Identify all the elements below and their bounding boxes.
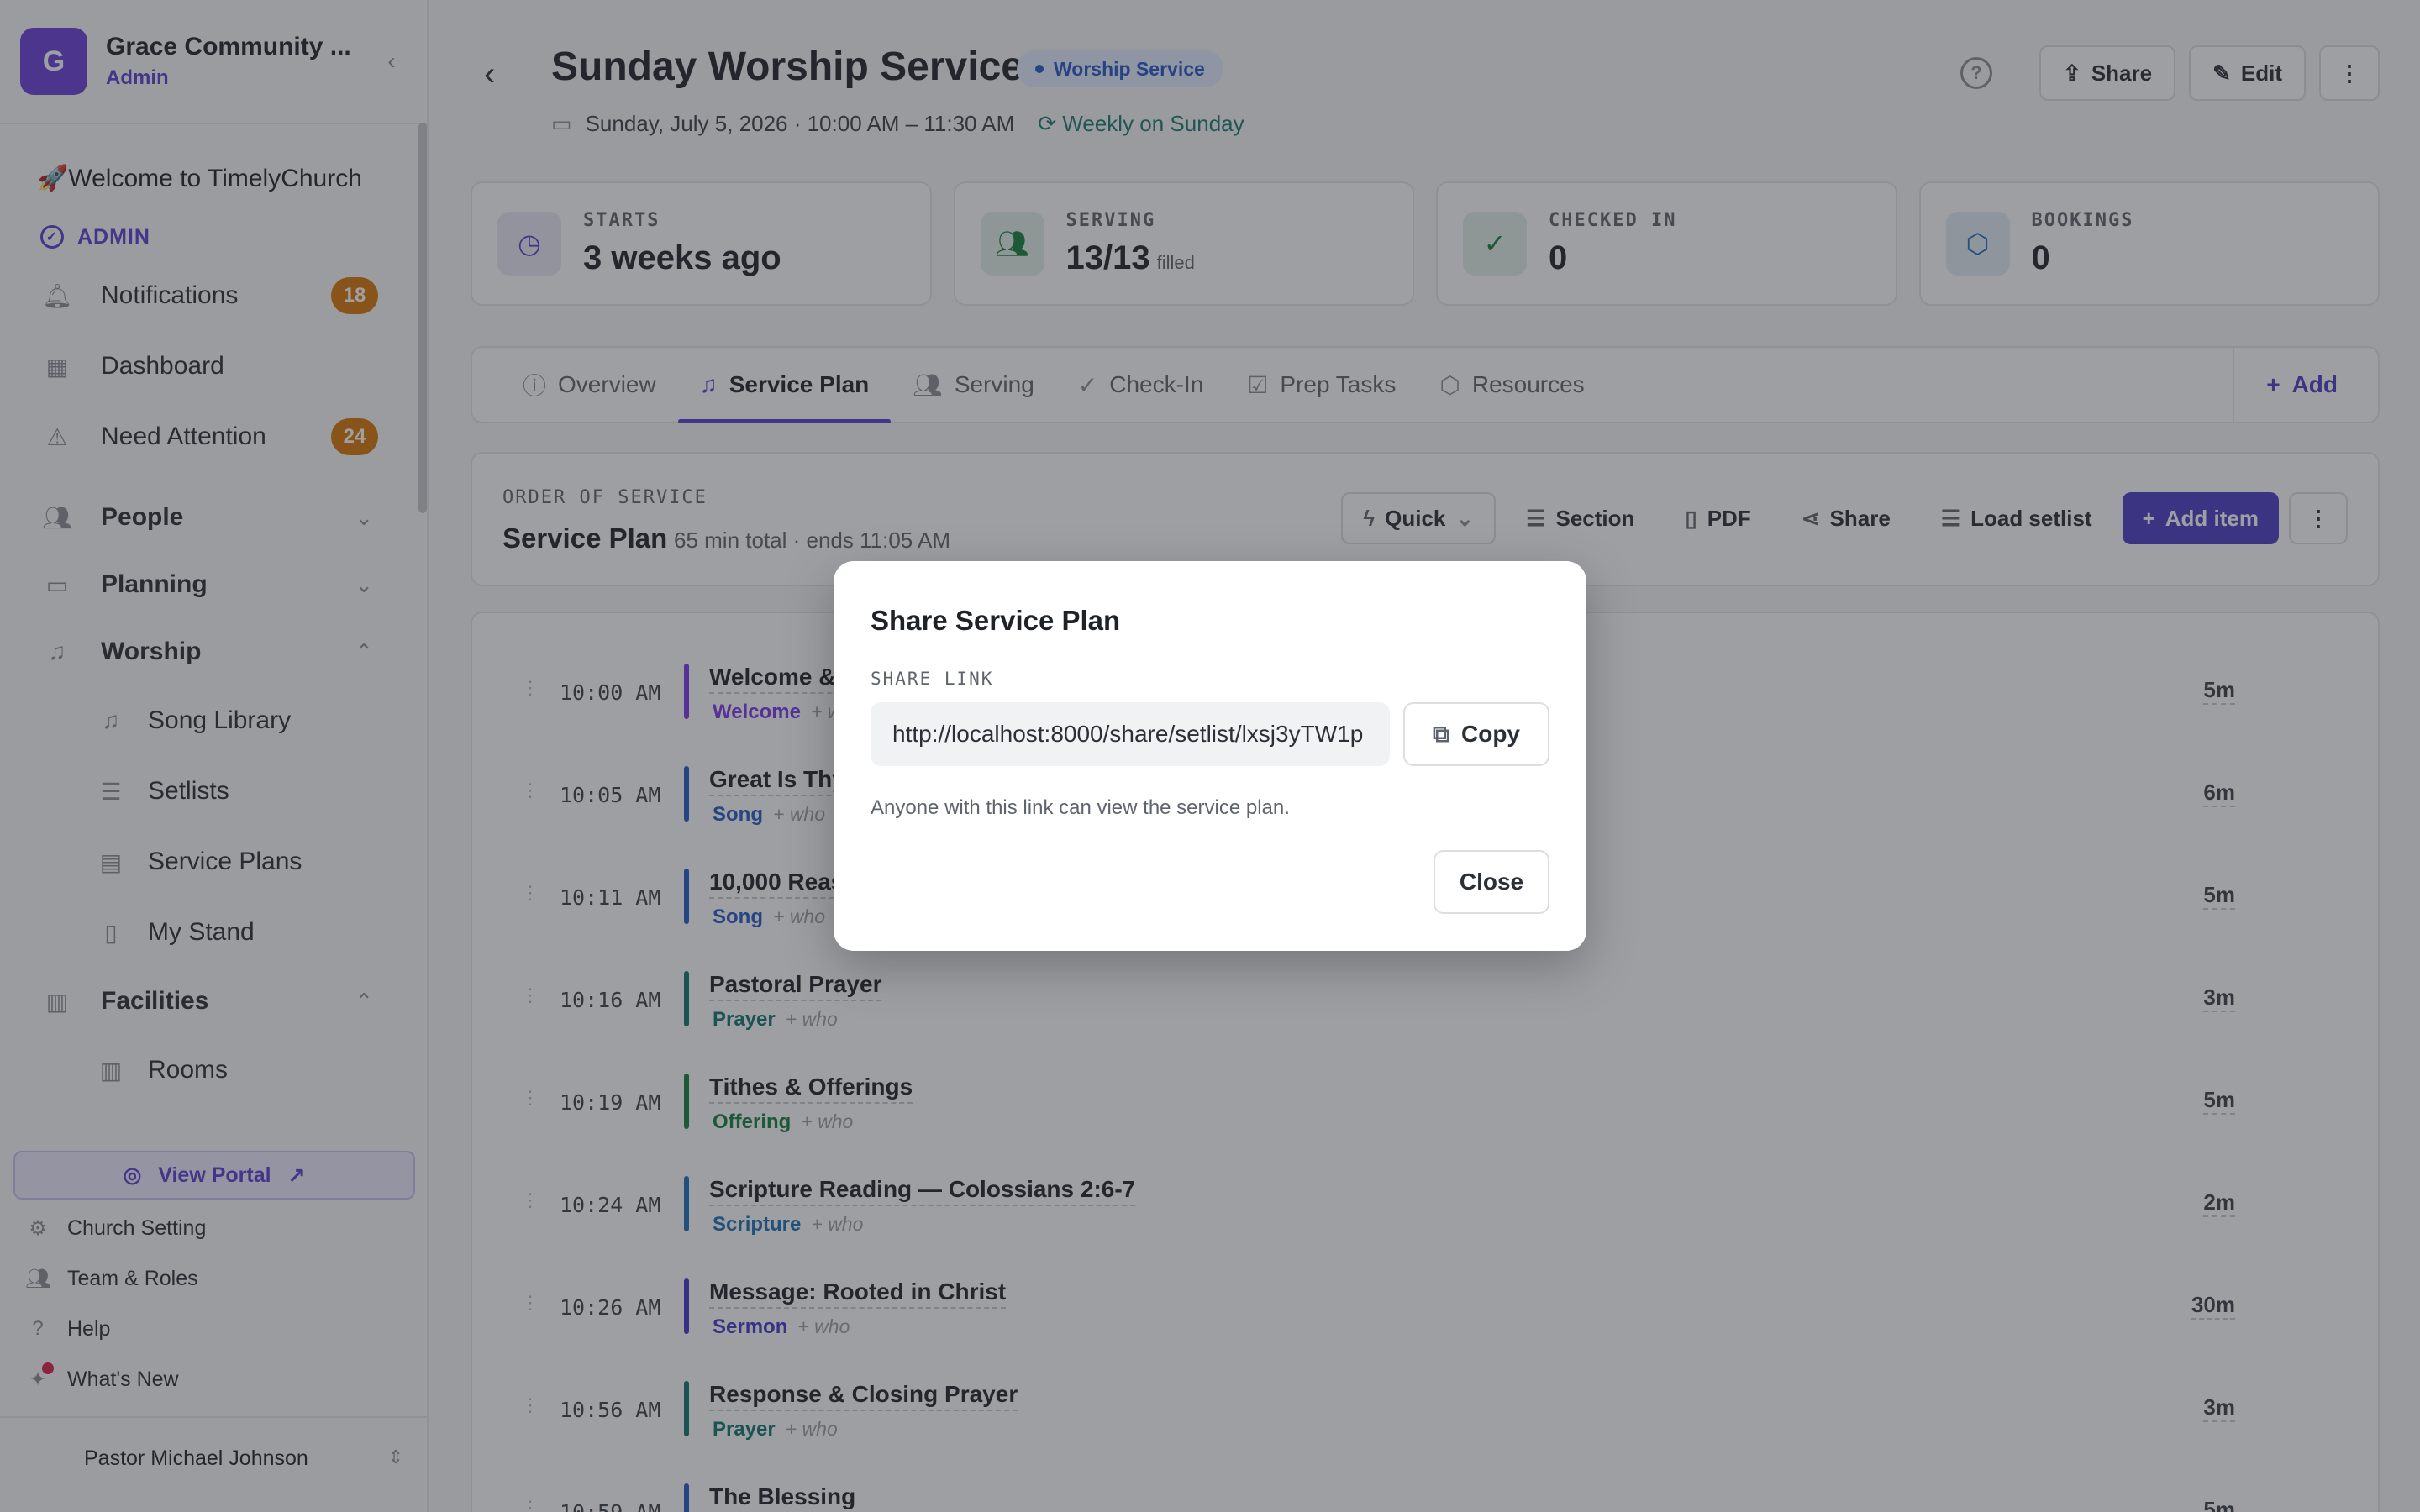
share-dialog: Share Service Plan SHARE LINK ⧉ Copy Any… [834,561,1586,951]
share-link-input[interactable] [871,702,1390,766]
copy-button[interactable]: ⧉ Copy [1403,702,1549,766]
copy-label: Copy [1461,721,1520,747]
close-button[interactable]: Close [1434,850,1549,914]
dialog-title: Share Service Plan [871,605,1121,636]
close-label: Close [1459,869,1524,895]
dialog-help-text: Anyone with this link can view the servi… [871,796,1290,819]
clipboard-icon: ⧉ [1433,720,1449,747]
share-link-label: SHARE LINK [871,669,994,689]
